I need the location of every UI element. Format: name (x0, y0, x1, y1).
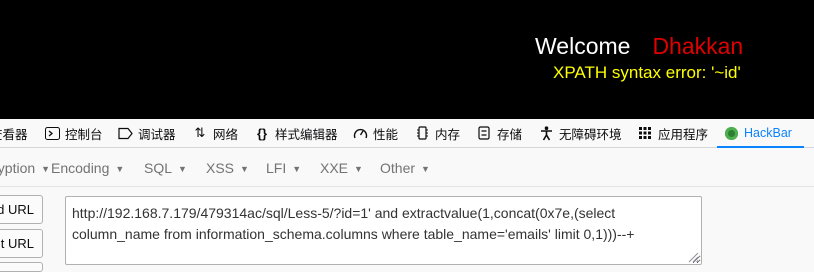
menu-lfi[interactable]: LFI ▼ (266, 160, 301, 176)
menu-other-label: Other (380, 160, 416, 176)
chevron-down-icon: ▼ (115, 164, 125, 174)
hackbar-icon (723, 125, 739, 141)
url-input[interactable]: http://192.168.7.179/479314ac/sql/Less-5… (65, 196, 702, 265)
tab-style-editor[interactable]: {} 样式编辑器 (254, 119, 338, 147)
tab-performance-label: 性能 (373, 127, 399, 142)
style-editor-icon: {} (256, 125, 268, 141)
menu-sql-label: SQL (144, 160, 173, 176)
hackbar-menu: Encryption▼ Encoding▼ SQL▼ XSS▼ LFI▼ XXE… (0, 149, 814, 187)
tab-storage-label: 存储 (497, 127, 523, 142)
performance-icon (352, 125, 368, 141)
menu-xss[interactable]: XSS ▼ (206, 160, 249, 176)
load-url-button[interactable]: Load URL (0, 195, 43, 224)
tab-console[interactable]: 控制台 (44, 119, 103, 147)
tab-style-editor-label: 样式编辑器 (275, 127, 338, 142)
chevron-down-icon: ▼ (292, 164, 302, 174)
chevron-down-icon: ▼ (354, 164, 363, 174)
tab-memory-label: 内存 (435, 127, 461, 142)
tab-network[interactable]: ⇅ 网络 (192, 119, 238, 147)
menu-encryption-label: Encryption (0, 160, 36, 176)
menu-encryption[interactable]: Encryption ▼ (0, 160, 50, 176)
devtools-toolbar: 查看器 控制台 调试器 ⇅ 网络 {} 样式编辑器 性能 内存 存储 无障碍环境… (0, 119, 814, 148)
execute-button[interactable] (0, 262, 43, 272)
load-url-label: Load URL (0, 202, 34, 217)
menu-encoding[interactable]: Encoding ▼ (51, 160, 124, 176)
welcome-text: Welcome (535, 33, 631, 59)
resize-grip-icon[interactable] (686, 250, 699, 263)
debugger-icon (117, 125, 133, 141)
tab-accessibility[interactable]: 无障碍环境 (538, 119, 622, 147)
tab-console-label: 控制台 (65, 127, 103, 142)
tab-inspector[interactable]: 查看器 (0, 119, 28, 147)
tab-accessibility-label: 无障碍环境 (559, 127, 622, 142)
page-content: Welcome Dhakkan XPATH syntax error: '~id' (0, 0, 814, 119)
application-icon (637, 125, 653, 141)
tab-hackbar[interactable]: HackBar (717, 119, 804, 148)
tab-application-label: 应用程序 (658, 127, 709, 142)
split-url-label: Split URL (0, 236, 34, 251)
menu-xxe[interactable]: XXE ▼ (320, 160, 363, 176)
tab-debugger[interactable]: 调试器 (117, 119, 176, 147)
menu-sql[interactable]: SQL ▼ (144, 160, 187, 176)
tab-hackbar-label: HackBar (744, 126, 792, 140)
chevron-down-icon: ▼ (178, 164, 187, 174)
console-icon (44, 125, 60, 141)
accessibility-icon (538, 125, 554, 141)
tab-performance[interactable]: 性能 (352, 119, 398, 147)
menu-other[interactable]: Other ▼ (380, 160, 430, 176)
chevron-down-icon: ▼ (421, 164, 430, 174)
welcome-line: Welcome Dhakkan (535, 33, 743, 60)
menu-xxe-label: XXE (320, 160, 349, 176)
menu-xss-label: XSS (206, 160, 235, 176)
chevron-down-icon: ▼ (240, 164, 249, 174)
user-name: Dhakkan (652, 33, 744, 59)
menu-encoding-label: Encoding (51, 160, 110, 176)
storage-icon (476, 125, 492, 141)
split-url-button[interactable]: Split URL (0, 229, 43, 258)
tab-memory[interactable]: 内存 (414, 119, 460, 147)
tab-network-label: 网络 (213, 127, 239, 142)
tab-storage[interactable]: 存储 (476, 119, 522, 147)
chevron-down-icon: ▼ (41, 164, 51, 174)
tab-inspector-label: 查看器 (0, 127, 28, 142)
network-icon: ⇅ (194, 125, 206, 140)
menu-lfi-label: LFI (266, 160, 287, 176)
memory-icon (414, 125, 430, 141)
tab-debugger-label: 调试器 (138, 127, 176, 142)
tab-application[interactable]: 应用程序 (637, 119, 708, 147)
xpath-error-message: XPATH syntax error: '~id' (553, 63, 741, 82)
